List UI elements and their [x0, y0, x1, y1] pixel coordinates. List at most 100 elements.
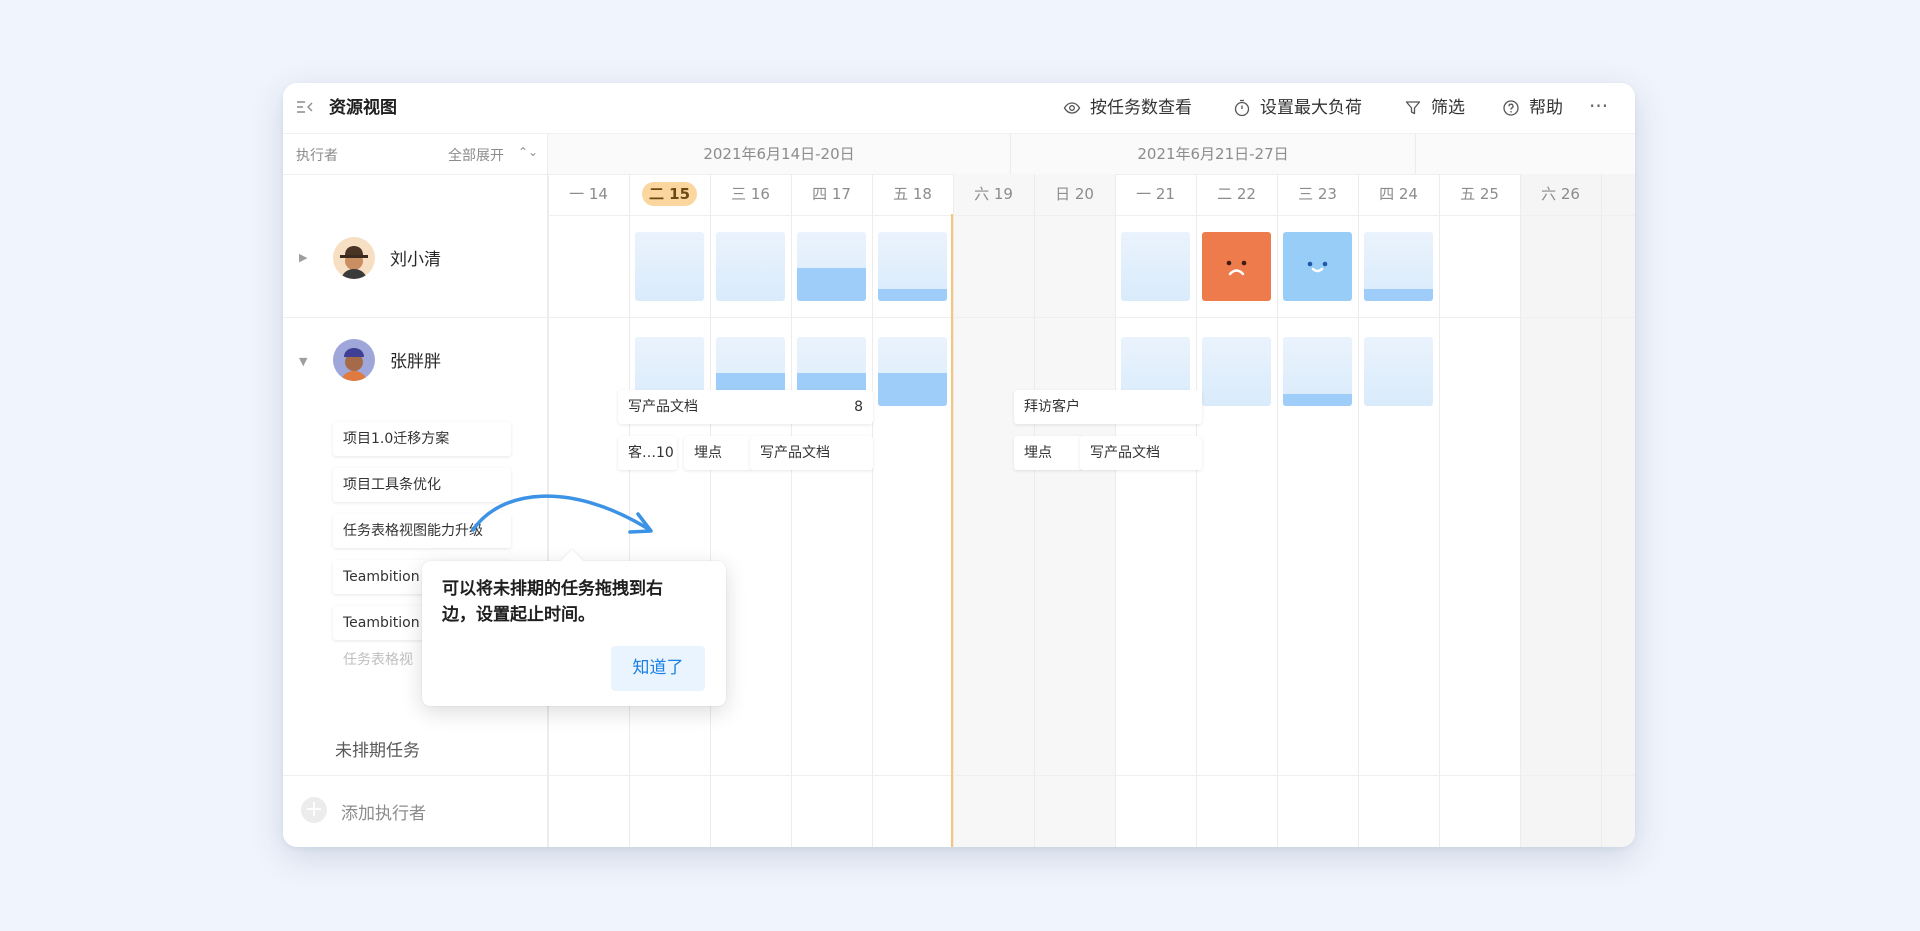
row-divider: [283, 775, 547, 776]
toolbar: 资源视图 按任务数查看 设置最大负荷 筛选 帮助 ···: [283, 83, 1635, 134]
assignee-header: 执行者 全部展开 ⌃⌄: [283, 134, 547, 175]
day-column: [1034, 174, 1116, 847]
person-name: 张胖胖: [390, 352, 441, 372]
avatar: [333, 339, 375, 381]
sort-icon[interactable]: ⌃⌄: [518, 145, 538, 159]
unscheduled-task[interactable]: 项目1.0迁移方案: [333, 422, 511, 456]
week-header: 2021年6月21日-27日: [1011, 134, 1416, 174]
day-label: 四 24: [1379, 185, 1418, 203]
collapse-sidebar-icon[interactable]: [295, 97, 319, 119]
popover-text: 可以将未排期的任务拖拽到右边，设置起止时间。: [442, 579, 663, 625]
row-divider: [548, 317, 1635, 318]
day-header-today: 二 15: [629, 174, 710, 215]
filter-icon: [1405, 101, 1421, 115]
day-header: 一 21: [1115, 174, 1196, 215]
load-cell[interactable]: [1121, 232, 1190, 301]
load-cell[interactable]: [1202, 337, 1271, 406]
day-label: 六 19: [974, 185, 1013, 203]
task-title: 埋点: [1024, 445, 1052, 461]
day-label: 一 21: [1136, 185, 1175, 203]
load-cell[interactable]: [878, 337, 947, 406]
task-title: 写产品文档: [628, 399, 698, 415]
load-cell[interactable]: [1364, 232, 1433, 301]
eye-icon: [1063, 102, 1081, 114]
day-label: 三 16: [731, 185, 770, 203]
day-column: [1439, 174, 1521, 847]
scheduled-task[interactable]: 埋点: [1014, 436, 1082, 470]
load-cell[interactable]: [716, 232, 785, 301]
row-divider: [283, 317, 547, 318]
day-header: 一 14: [548, 174, 629, 215]
load-cell[interactable]: [1283, 232, 1352, 301]
resource-view-window: 资源视图 按任务数查看 设置最大负荷 筛选 帮助 ··· 执行者 全部展开 ⌃⌄…: [283, 83, 1635, 847]
unscheduled-tasks-label: 未排期任务: [335, 741, 420, 761]
caret-down-icon[interactable]: ▼: [299, 355, 307, 368]
task-title: 写产品文档: [1090, 445, 1160, 461]
scheduled-task[interactable]: 拜访客户: [1014, 390, 1202, 424]
sad-face-icon: [1226, 260, 1247, 276]
load-cell[interactable]: [1283, 337, 1352, 406]
day-label: 六 26: [1541, 185, 1580, 203]
load-cell[interactable]: [1364, 337, 1433, 406]
filter-label: 筛选: [1431, 98, 1465, 118]
scheduled-task[interactable]: 客…10: [618, 436, 677, 470]
day-label: 四 17: [812, 185, 851, 203]
load-fill: [878, 289, 947, 301]
scheduled-task[interactable]: 写产品文档: [750, 436, 873, 470]
person-name: 刘小清: [390, 250, 441, 270]
day-label: 一 14: [569, 185, 608, 203]
view-by-task-count-label: 按任务数查看: [1090, 98, 1192, 118]
add-assignee-label: 添加执行者: [341, 804, 426, 824]
stopwatch-icon: [1234, 99, 1250, 117]
expand-all-button[interactable]: 全部展开: [448, 145, 504, 165]
day-header: 四 17: [791, 174, 872, 215]
day-header-row: 一 14 二 15 三 16 四 17 五 18 六 19 日 20 一 21 二 22 三 23…: [548, 174, 1635, 216]
week-header: 2021年6月14日-20日: [548, 134, 1011, 174]
load-cell[interactable]: [797, 232, 866, 301]
day-label: 三 23: [1298, 185, 1337, 203]
day-header: 四 24: [1358, 174, 1439, 215]
calendar-grid: 2021年6月14日-20日 2021年6月21日-27日 一 14 二 15 三 …: [548, 134, 1635, 847]
person-row-liu: ▶ 刘小清: [283, 230, 547, 290]
task-title: 埋点: [694, 445, 722, 461]
task-title: 写产品文档: [760, 445, 830, 461]
overload-cell[interactable]: [1202, 232, 1271, 301]
scheduled-task[interactable]: 写产品文档: [1080, 436, 1202, 470]
day-header: 五 18: [872, 174, 953, 215]
caret-right-icon[interactable]: ▶: [299, 251, 307, 264]
scheduled-task[interactable]: 埋点: [684, 436, 752, 470]
got-it-button[interactable]: 知道了: [611, 646, 705, 691]
help-label: 帮助: [1529, 98, 1563, 118]
drag-hint-arrow-icon: [471, 494, 653, 534]
task-count: 10: [656, 445, 674, 461]
day-header: 三 16: [710, 174, 791, 215]
day-header: 日: [1601, 174, 1635, 215]
day-label: 五 18: [893, 185, 932, 203]
add-assignee-button[interactable]: + 添加执行者: [283, 795, 547, 845]
week-header-row: 2021年6月14日-20日 2021年6月21日-27日: [548, 134, 1635, 175]
load-fill: [1283, 394, 1352, 406]
help-circle-icon: [1503, 100, 1519, 116]
day-label: 五 25: [1460, 185, 1499, 203]
scheduled-task[interactable]: 写产品文档 8: [618, 390, 873, 424]
day-column: [1601, 174, 1635, 847]
avatar: [333, 237, 375, 279]
set-max-load-label: 设置最大负荷: [1260, 98, 1362, 118]
load-fill: [878, 373, 947, 406]
load-cell[interactable]: [635, 232, 704, 301]
day-column: [1520, 174, 1602, 847]
day-label: 日 20: [1055, 185, 1094, 203]
more-horizontal-icon[interactable]: ···: [1589, 94, 1608, 118]
day-label: 日: [1634, 185, 1635, 203]
load-cell[interactable]: [878, 232, 947, 301]
today-marker-line: [951, 214, 953, 847]
row-divider: [548, 775, 1635, 776]
day-label: 二 22: [1217, 185, 1256, 203]
load-fill: [1364, 289, 1433, 301]
assignee-column-label: 执行者: [296, 148, 338, 164]
task-count: 8: [854, 399, 863, 415]
day-header: 三 23: [1277, 174, 1358, 215]
day-label: 二 15: [641, 182, 698, 206]
load-fill: [797, 268, 866, 301]
day-column: [953, 174, 1035, 847]
